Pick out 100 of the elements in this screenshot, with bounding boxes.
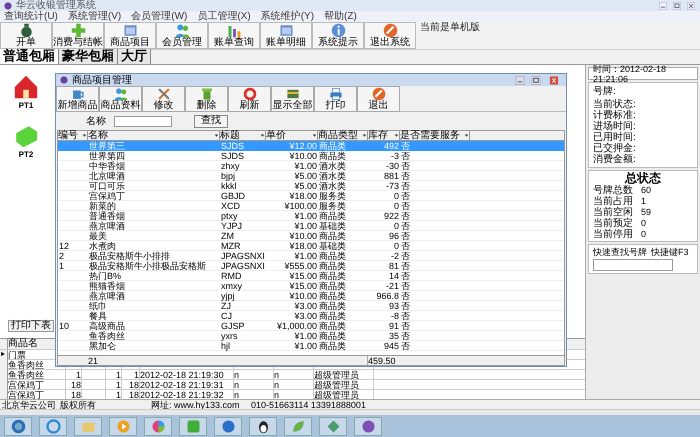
toolbar-button[interactable]: 开单 xyxy=(0,22,52,49)
toolbar-button[interactable]: 修改 xyxy=(142,86,185,112)
column-header[interactable]: 编号 xyxy=(58,131,88,140)
table-row[interactable]: 10 高级商品 GJSP ¥1,000.00 商品类 91 否 xyxy=(58,321,564,331)
disc-icon xyxy=(360,418,376,434)
print-button[interactable]: 打印下表 xyxy=(8,320,54,332)
room-tab[interactable]: 普通包厢 xyxy=(0,49,59,64)
column-header[interactable]: 商品类型 xyxy=(318,131,368,140)
table-row[interactable]: 黑加仑 hjl ¥1.00 商品类 945 否 xyxy=(58,341,564,351)
room-tab[interactable]: 豪华包厢 xyxy=(59,49,118,64)
table-cell: 1 xyxy=(106,370,122,380)
dropdown-icon xyxy=(82,133,87,138)
trash-icon xyxy=(200,87,214,101)
toolbar-button[interactable]: 刷新 xyxy=(228,86,271,112)
column-header[interactable]: 单价 xyxy=(266,131,318,140)
maximize-icon xyxy=(530,76,542,84)
refresh-icon xyxy=(242,87,256,101)
field-label: 名称 xyxy=(86,116,106,126)
table-cell: 1 xyxy=(122,370,140,380)
window-icon xyxy=(122,23,138,38)
table-cell: 鱼香肉丝 xyxy=(8,370,66,380)
table-row[interactable]: 普通香烟 ptxy ¥1.00 商品类 922 否 xyxy=(58,211,564,221)
toolbar-button[interactable]: 商品项目 xyxy=(104,22,156,49)
table-row[interactable]: 最美 ZM ¥10.00 商品类 96 否 xyxy=(58,231,564,241)
table-row[interactable]: 1 极品安格斯牛小排极品安格斯 JPAGSNXI ¥555.00 商品类 81 否 xyxy=(58,261,564,271)
menu-item[interactable]: 系统管理(V) xyxy=(68,11,122,22)
table-row[interactable]: 熊猫香烟 xmxy ¥15.00 商品类 -21 否 xyxy=(58,281,564,291)
menu-item[interactable]: 查询统计(U) xyxy=(4,11,58,22)
toolbar-button[interactable]: 账单查询 xyxy=(208,22,260,49)
toolbar-button[interactable]: 显示全部 xyxy=(271,86,314,112)
toolbar-button[interactable]: 系统提示 xyxy=(312,22,364,49)
edition-label: 当前是单机版 xyxy=(420,22,480,34)
tools-icon xyxy=(156,87,170,101)
summary-label: 当前占用 xyxy=(593,196,633,207)
globe-icon xyxy=(46,418,60,434)
table-row[interactable]: 2 极品安格斯牛小排排 JPAGSNXI ¥1.00 商品类 -2 否 xyxy=(58,251,564,261)
detail-label: 已用时间: xyxy=(593,132,637,143)
table-row[interactable]: 餐具 CJ ¥3.00 商品类 -8 否 xyxy=(58,311,564,321)
toolbar-button[interactable]: 退出系统 xyxy=(364,22,416,49)
toolbar-button[interactable]: 商品资料 xyxy=(99,86,142,112)
detail-label: 已交押金: xyxy=(593,143,637,154)
bag-icon xyxy=(18,23,34,38)
dropdown-icon xyxy=(214,133,219,138)
table-row[interactable]: 北京啤酒 bjpj ¥5.00 酒水类 881 否 xyxy=(58,171,564,181)
row-selector[interactable] xyxy=(0,350,8,360)
search-button[interactable]: 查找 xyxy=(194,114,228,128)
summary-title: 总状态 xyxy=(625,172,661,185)
column-header[interactable]: 是否需要服务 xyxy=(400,131,470,140)
bar-chart-icon xyxy=(226,23,242,38)
menu-item[interactable]: 帮助(Z) xyxy=(324,11,357,22)
search-field[interactable] xyxy=(593,259,673,271)
name-field[interactable] xyxy=(114,116,172,126)
table-row[interactable]: 新菜的 XCD ¥100.00 服务类 0 否 xyxy=(58,201,564,211)
room-label: PT1 xyxy=(18,101,34,110)
table-row[interactable]: 宫保鸡丁 GBJD ¥18.00 服务类 0 否 xyxy=(58,191,564,201)
column-header[interactable]: 标题 xyxy=(220,131,266,140)
room-tab[interactable]: 大厅 xyxy=(118,49,151,64)
table-cell: n xyxy=(274,380,314,390)
table-row[interactable]: 燕京啤酒 yjpj ¥10.00 商品类 966.8 否 xyxy=(58,291,564,301)
window-icon xyxy=(278,23,294,38)
table-cell: 1 xyxy=(66,370,82,380)
summary-label: 当前停用 xyxy=(593,229,633,240)
table-row[interactable]: 纸巾 ZJ ¥3.00 商品类 93 否 xyxy=(58,301,564,311)
dropdown-icon xyxy=(464,133,469,138)
detail-label: 计费标准: xyxy=(593,110,637,121)
summary-value: 0 xyxy=(641,229,646,240)
summary-value: 0 xyxy=(641,218,646,229)
table-row[interactable]: 可口可乐 kkkl ¥5.00 酒水类 -73 否 xyxy=(58,181,564,191)
footer-cell-text: 459.50 xyxy=(368,356,397,365)
menu-item[interactable]: 员工管理(X) xyxy=(197,11,251,22)
taskbar-button[interactable] xyxy=(249,416,277,436)
table-row[interactable]: 热门B% RMD ¥15.00 商品类 14 否 xyxy=(58,271,564,281)
table-row[interactable]: 世界第四 SJDS ¥10.00 商品类 -3 否 xyxy=(58,151,564,161)
table-row[interactable]: 中华香烟 zhxy ¥1.00 酒水类 -30 否 xyxy=(58,161,564,171)
table-row[interactable]: 鱼香肉丝 yxrs ¥1.00 商品类 35 否 xyxy=(58,331,564,341)
table-cell: 超级管理员 xyxy=(314,380,374,390)
menu-item[interactable]: 系统维护(Y) xyxy=(260,11,314,22)
table-cell: 18 xyxy=(122,380,140,390)
room-label: PT2 xyxy=(18,150,34,159)
printer-icon xyxy=(328,87,342,101)
summary-label: 当前预定 xyxy=(593,218,633,229)
toolbar-button[interactable]: 打印 xyxy=(314,86,357,112)
menu-item[interactable]: 会员管理(W) xyxy=(131,11,188,22)
table-cell: n xyxy=(234,380,274,390)
toolbar-button[interactable]: 消费与结帐 xyxy=(52,22,104,49)
table-row[interactable]: 12 水煮肉 MZR ¥18.00 基础类 0 否 xyxy=(58,241,564,251)
toolbar-button[interactable]: 删除 xyxy=(185,86,228,112)
toolbar-button[interactable]: 账单明细 xyxy=(260,22,312,49)
quick-search-label: 快速查找号牌 xyxy=(593,247,647,257)
app-icon xyxy=(60,76,68,84)
toolbar-button[interactable]: 会员管理 xyxy=(156,22,208,49)
people-icon xyxy=(114,87,128,101)
column-header[interactable]: 库存 xyxy=(368,131,400,140)
toolbar-button[interactable]: 新增商品 xyxy=(56,86,99,112)
status-text: 网址: www.hy133.com xyxy=(150,400,241,410)
table-row[interactable]: 燕京啤酒 YJPJ ¥1.00 基础类 0 否 xyxy=(58,221,564,231)
table-cell: 2012-02-18 21:19:30 xyxy=(140,370,234,380)
minimize-icon xyxy=(514,76,526,84)
toolbar-button[interactable]: 退出 xyxy=(357,86,400,112)
table-cell: 超级管理员 xyxy=(314,370,374,380)
